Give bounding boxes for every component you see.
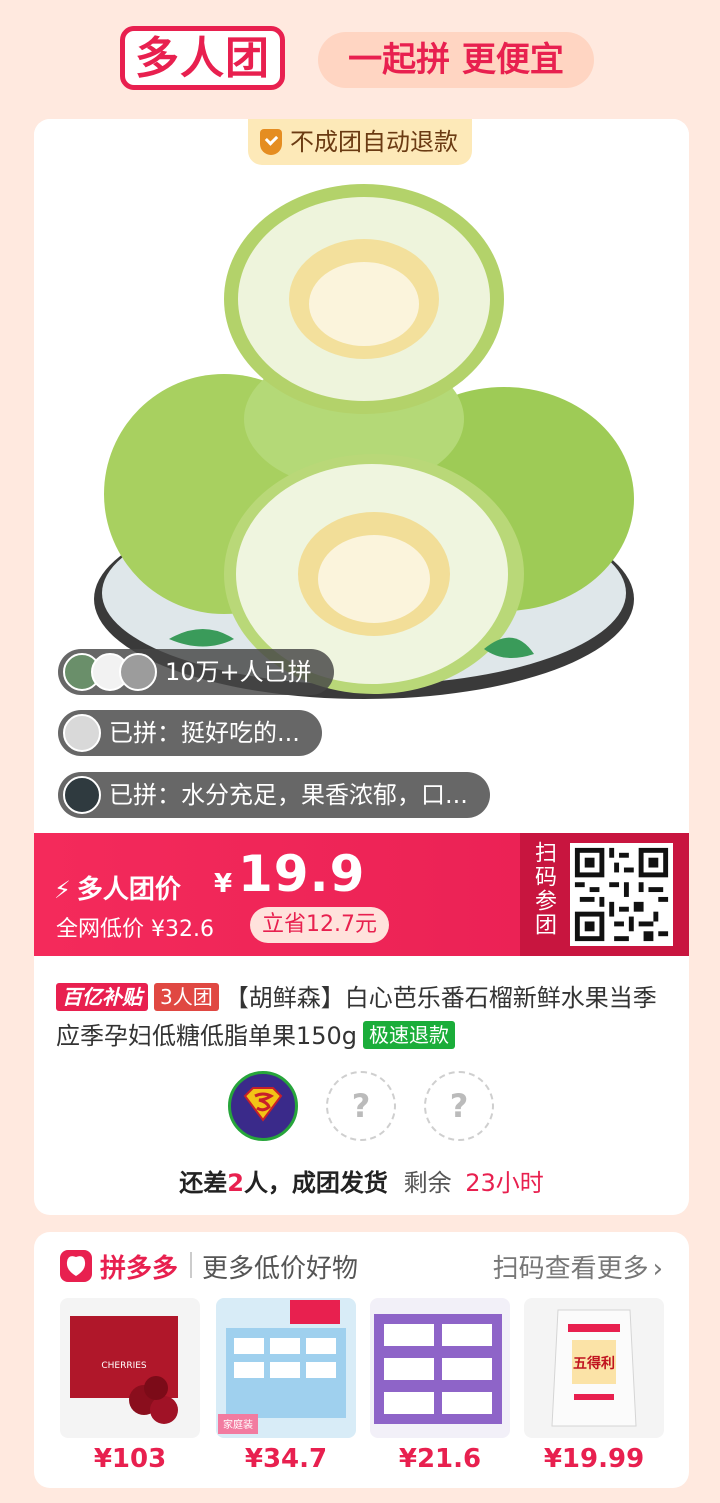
pinduoduo-logo-icon <box>60 1250 92 1282</box>
lightning-icon: ⚡ <box>54 876 71 904</box>
avatar <box>63 714 101 752</box>
slogan: 一起拼 更便宜 <box>318 32 594 88</box>
remaining-time: 23小时 <box>465 1169 544 1197</box>
divider <box>190 1252 192 1278</box>
goods-thumb-napkins[interactable] <box>370 1298 510 1438</box>
shield-check-icon <box>260 129 282 155</box>
product-title-block[interactable]: 百亿补贴 3人团 【胡鲜森】白心芭乐番石榴新鲜水果当季应季孕妇低糖低脂单果150g 极… <box>56 979 668 1055</box>
group-members: ? ? <box>228 1071 498 1143</box>
group-price: 19.9 <box>238 845 366 903</box>
refund-badge-text: 不成团自动退款 <box>290 128 458 156</box>
group-status: 还差2人，成团发货 剩余 23小时 <box>179 1169 544 1197</box>
review-bubble: 已拼：挺好吃的... <box>58 710 322 756</box>
group-price-label: ⚡ 多人团价 <box>54 875 181 905</box>
avatar <box>119 653 157 691</box>
review-bubble: 已拼：水分充足，果香浓郁，口... <box>58 772 490 818</box>
goods-thumb-tissue[interactable]: 家庭装 <box>216 1298 356 1438</box>
empty-seat[interactable]: ? <box>424 1071 494 1141</box>
goods-thumb-flour[interactable]: 五得利 <box>524 1298 664 1438</box>
superman-icon <box>243 1087 283 1122</box>
fast-refund-tag: 极速退款 <box>363 1021 456 1049</box>
empty-seat[interactable]: ? <box>326 1071 396 1141</box>
more-goods-card: 拼多多 更多低价好物 扫码查看更多 › CHERRIES 家庭装 五得利 ¥10… <box>34 1232 689 1488</box>
net-lowest-price: 全网低价 ¥32.6 <box>56 917 214 942</box>
svg-text:CHERRIES: CHERRIES <box>101 1361 147 1371</box>
savings-chip: 立省12.7元 <box>250 907 389 943</box>
refund-guarantee-badge: 不成团自动退款 <box>248 119 472 165</box>
scan-more-link[interactable]: 扫码查看更多 › <box>493 1248 663 1285</box>
chevron-right-icon: › <box>652 1254 663 1284</box>
svg-text:五得利: 五得利 <box>573 1355 615 1372</box>
subsidy-tag: 百亿补贴 <box>56 983 148 1011</box>
goods-price: ¥19.99 <box>543 1444 645 1474</box>
scan-to-join[interactable]: 扫码参团 <box>520 833 689 956</box>
goods-thumb-cherries[interactable]: CHERRIES <box>60 1298 200 1438</box>
svg-text:家庭装: 家庭装 <box>223 1418 253 1431</box>
price-currency: ¥ <box>214 869 233 899</box>
header: 多人团 一起拼 更便宜 <box>0 0 720 120</box>
goods-price: ¥34.7 <box>244 1444 328 1474</box>
group-size-tag: 3人团 <box>154 983 219 1011</box>
scan-label: 扫码参团 <box>531 841 556 937</box>
more-goods-subtitle: 更多低价好物 <box>202 1254 359 1284</box>
goods-price: ¥21.6 <box>398 1444 482 1474</box>
goods-price: ¥103 <box>93 1444 167 1474</box>
review-text: 已拼：水分充足，果香浓郁，口... <box>109 781 468 809</box>
price-bar: ⚡ 多人团价 ¥ 19.9 全网低价 ¥32.6 立省12.7元 扫码参团 <box>34 833 689 956</box>
avatar <box>63 776 101 814</box>
joined-count-bubble: 10万+人已拼 <box>58 649 334 695</box>
review-text: 已拼：挺好吃的... <box>109 719 300 747</box>
product-card[interactable]: 不成团自动退款 10万+人已拼 已拼：挺好吃的... 已拼：水分充足，果香浓郁，… <box>34 119 689 1215</box>
qr-code[interactable] <box>570 843 673 946</box>
joined-count-text: 10万+人已拼 <box>165 658 312 686</box>
pinduoduo-brand: 拼多多 <box>100 1254 179 1284</box>
duorentuan-logo: 多人团 <box>120 26 285 90</box>
owner-avatar <box>228 1071 298 1141</box>
